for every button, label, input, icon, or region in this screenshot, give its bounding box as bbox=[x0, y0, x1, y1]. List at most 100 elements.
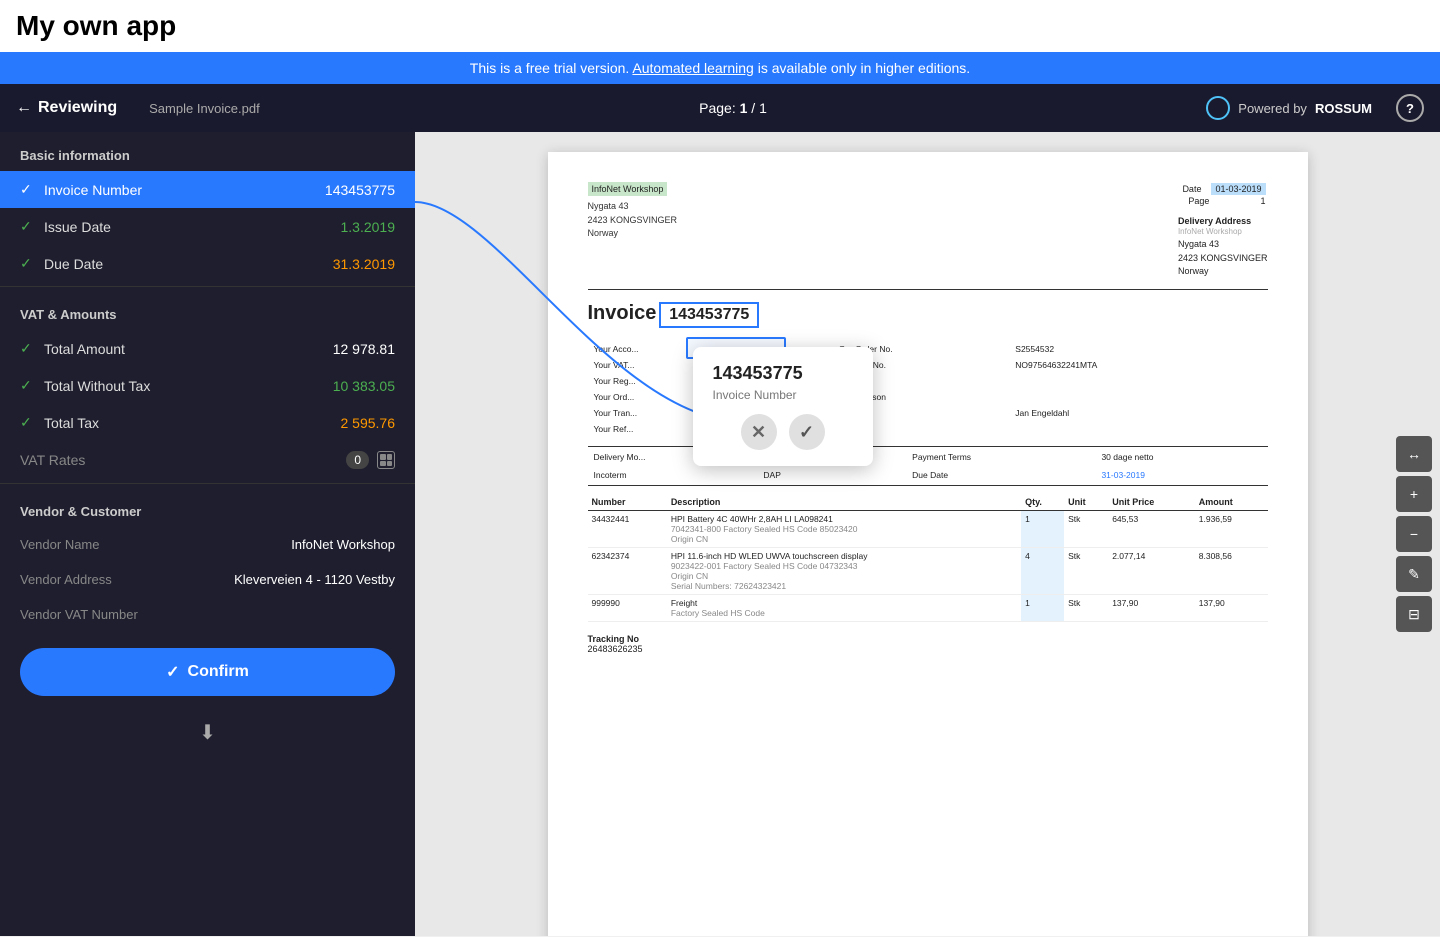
reviewing-label: Reviewing bbox=[38, 99, 117, 117]
main-layout: ← Reviewing Sample Invoice.pdf Page: 1 /… bbox=[0, 84, 1440, 936]
col-unit-price: Unit Price bbox=[1108, 494, 1195, 511]
table-row: 34432441 HPI Battery 4C 40WHr 2,8AH LI L… bbox=[588, 510, 1268, 547]
right-toolbar: ↔ + − ✎ ⊟ bbox=[1396, 436, 1432, 632]
vendor-vat-field[interactable]: Vendor VAT Number bbox=[0, 597, 415, 632]
pan-tool-button[interactable]: ↔ bbox=[1396, 436, 1432, 472]
vendor-address-value: Kleverveien 4 - 1120 Vestby bbox=[168, 572, 395, 587]
powered-by: Powered by ROSSUM bbox=[1206, 96, 1372, 120]
download-icon-row: ⬇ bbox=[0, 712, 415, 761]
rossum-logo bbox=[1206, 96, 1230, 120]
tracking-value: 26483626235 bbox=[588, 644, 1268, 654]
total-amount-label: Total Amount bbox=[44, 341, 325, 357]
tooltip-value: 143453775 bbox=[713, 363, 853, 384]
invoice-number-field[interactable]: ✓ Invoice Number 143453775 bbox=[0, 171, 415, 208]
total-without-tax-label: Total Without Tax bbox=[44, 378, 325, 394]
delivery-address-label: Delivery Address bbox=[1178, 216, 1268, 226]
check-icon-tax: ✓ bbox=[20, 414, 36, 431]
top-bar: ← Reviewing Sample Invoice.pdf Page: 1 /… bbox=[0, 84, 1440, 132]
sidebar: Basic information ✓ Invoice Number 14345… bbox=[0, 132, 415, 936]
doc-address: Nygata 43 2423 KONGSVINGER Norway bbox=[588, 200, 678, 241]
check-icon: ✓ bbox=[20, 181, 36, 198]
vat-rates-badge: 0 bbox=[346, 451, 369, 469]
delivery-address-content: InfoNet Workshop Nygata 43 2423 KONGSVIN… bbox=[1178, 226, 1268, 279]
vat-rates-row[interactable]: VAT Rates 0 bbox=[0, 441, 415, 479]
doc-invoice-title: Invoice bbox=[588, 302, 657, 324]
col-amount: Amount bbox=[1195, 494, 1268, 511]
invoice-number-box: 143453775 bbox=[659, 302, 759, 328]
total-without-tax-field[interactable]: ✓ Total Without Tax 10 383.05 bbox=[0, 367, 415, 404]
total-amount-value: 12 978.81 bbox=[333, 341, 395, 357]
back-button[interactable]: ← Reviewing bbox=[16, 99, 117, 117]
search-doc-button[interactable]: ⊟ bbox=[1396, 596, 1432, 632]
page-info: Page: 1 / 1 bbox=[699, 100, 767, 116]
doc-delivery-payment: Delivery Mo... ...y Express Payment Term… bbox=[588, 446, 1268, 486]
vat-rates-label: VAT Rates bbox=[20, 452, 338, 468]
vendor-address-label: Vendor Address bbox=[20, 572, 160, 587]
total-tax-label: Total Tax bbox=[44, 415, 333, 431]
invoice-tooltip-popup: 143453775 Invoice Number ✕ ✓ bbox=[693, 347, 873, 466]
powered-by-label: Powered by bbox=[1238, 101, 1307, 116]
doc-company-name: InfoNet Workshop bbox=[588, 182, 668, 196]
col-qty: Qty. bbox=[1021, 494, 1064, 511]
issue-date-label: Issue Date bbox=[44, 219, 333, 235]
due-date-value: 31.3.2019 bbox=[333, 256, 395, 272]
tooltip-label: Invoice Number bbox=[713, 388, 853, 402]
zoom-out-button[interactable]: − bbox=[1396, 516, 1432, 552]
confirm-label: Confirm bbox=[188, 663, 249, 681]
vendor-name-field[interactable]: Vendor Name InfoNet Workshop bbox=[0, 527, 415, 562]
app-title: My own app bbox=[0, 0, 1440, 52]
doc-date-value: 01-03-2019 bbox=[1211, 183, 1265, 195]
help-button[interactable]: ? bbox=[1396, 94, 1424, 122]
check-icon-due: ✓ bbox=[20, 255, 36, 272]
doc-date-section: Date 01-03-2019 Page 1 Delivery Address bbox=[1178, 182, 1268, 279]
invoice-number-value: 143453775 bbox=[325, 182, 395, 198]
issue-date-value: 1.3.2019 bbox=[341, 219, 396, 235]
invoice-title-row: Invoice 143453775 bbox=[588, 302, 1268, 328]
vat-amounts-header: VAT & Amounts bbox=[0, 291, 415, 330]
issue-date-field[interactable]: ✓ Issue Date 1.3.2019 bbox=[0, 208, 415, 245]
trial-text-prefix: This is a free trial version. bbox=[470, 60, 630, 76]
back-arrow-icon: ← bbox=[16, 99, 32, 117]
table-row: 999990 Freight Factory Sealed HS Code 1 … bbox=[588, 594, 1268, 621]
vendor-vat-label: Vendor VAT Number bbox=[20, 607, 160, 622]
filename-label: Sample Invoice.pdf bbox=[149, 101, 260, 116]
document-area: InfoNet Workshop Nygata 43 2423 KONGSVIN… bbox=[415, 132, 1440, 936]
rossum-brand: ROSSUM bbox=[1315, 101, 1372, 116]
trial-banner: This is a free trial version. Automated … bbox=[0, 52, 1440, 84]
check-icon-issue: ✓ bbox=[20, 218, 36, 235]
annotate-button[interactable]: ✎ bbox=[1396, 556, 1432, 592]
col-description: Description bbox=[667, 494, 1021, 511]
line-items-table: Number Description Qty. Unit Unit Price … bbox=[588, 494, 1268, 622]
total-tax-value: 2 595.76 bbox=[341, 415, 396, 431]
table-row: 62342374 HPI 11.6-inch HD WLED UWVA touc… bbox=[588, 547, 1268, 594]
tooltip-cancel-button[interactable]: ✕ bbox=[741, 414, 777, 450]
zoom-in-button[interactable]: + bbox=[1396, 476, 1432, 512]
confirm-check-icon: ✓ bbox=[166, 662, 179, 682]
total-tax-field[interactable]: ✓ Total Tax 2 595.76 bbox=[0, 404, 415, 441]
total-without-tax-value: 10 383.05 bbox=[333, 378, 395, 394]
col-number: Number bbox=[588, 494, 667, 511]
confirm-button[interactable]: ✓ Confirm bbox=[20, 648, 395, 696]
document-page: InfoNet Workshop Nygata 43 2423 KONGSVIN… bbox=[548, 152, 1308, 936]
content-area: Basic information ✓ Invoice Number 14345… bbox=[0, 132, 1440, 936]
tracking-label: Tracking No bbox=[588, 634, 1268, 644]
doc-sender-info: InfoNet Workshop Nygata 43 2423 KONGSVIN… bbox=[588, 182, 678, 279]
vendor-address-field[interactable]: Vendor Address Kleverveien 4 - 1120 Vest… bbox=[0, 562, 415, 597]
doc-header: InfoNet Workshop Nygata 43 2423 KONGSVIN… bbox=[588, 182, 1268, 279]
vendor-name-label: Vendor Name bbox=[20, 537, 160, 552]
check-icon-notax: ✓ bbox=[20, 377, 36, 394]
vendor-customer-header: Vendor & Customer bbox=[0, 488, 415, 527]
basic-info-header: Basic information bbox=[0, 132, 415, 171]
automated-learning-link[interactable]: Automated learning bbox=[632, 60, 753, 76]
due-date-field[interactable]: ✓ Due Date 31.3.2019 bbox=[0, 245, 415, 282]
trial-text-suffix2: is available only in higher editions. bbox=[758, 60, 970, 76]
grid-icon[interactable] bbox=[377, 451, 395, 469]
vendor-name-value: InfoNet Workshop bbox=[168, 537, 395, 552]
tooltip-confirm-button[interactable]: ✓ bbox=[789, 414, 825, 450]
tooltip-actions: ✕ ✓ bbox=[713, 414, 853, 450]
download-icon[interactable]: ⬇ bbox=[199, 720, 216, 745]
due-date-label: Due Date bbox=[44, 256, 325, 272]
col-unit: Unit bbox=[1064, 494, 1108, 511]
invoice-number-label: Invoice Number bbox=[44, 182, 317, 198]
total-amount-field[interactable]: ✓ Total Amount 12 978.81 bbox=[0, 330, 415, 367]
